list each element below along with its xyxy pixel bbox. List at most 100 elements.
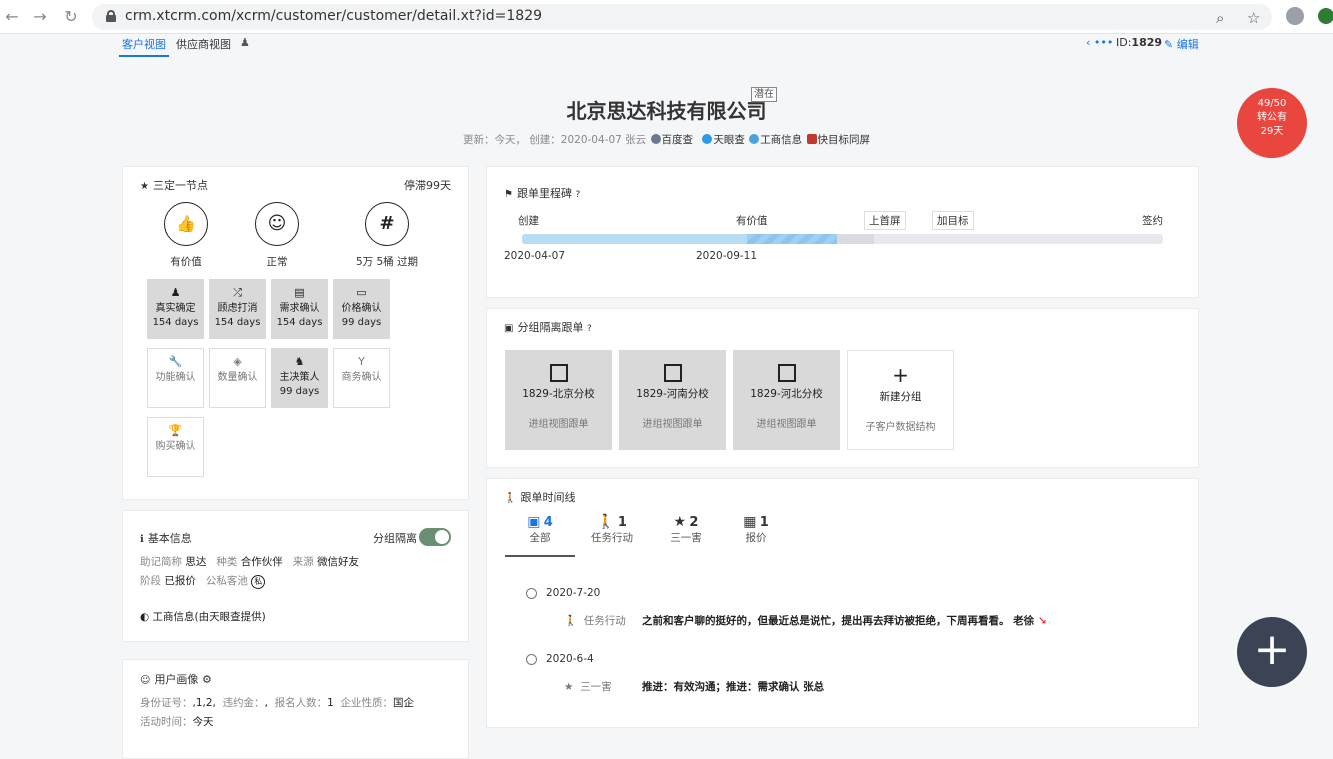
profile-avatar-icon[interactable] [1286, 7, 1304, 25]
star-icon: ★ [564, 681, 574, 693]
progress-done [522, 234, 747, 244]
id-value: 1829 [1131, 36, 1163, 49]
tile-concern-cleared[interactable]: ⤮ 顾虑打消 154 days [209, 279, 266, 339]
more-back-link[interactable]: ‹ ••• [1086, 36, 1113, 49]
basic-info-card: ℹ 基本信息 分组隔离 助记简称 思达 种类 合作伙伴 来源 微信好友 阶段 已报… [122, 510, 469, 642]
field-key: 助记简称 [140, 556, 182, 568]
basic-row-2: 阶段 已报价 公私客池 私 [140, 573, 266, 589]
help-icon[interactable]: ? [587, 324, 592, 334]
tab-label: 全部 [529, 532, 551, 544]
tile-function-confirm[interactable]: 🔧 功能确认 [147, 348, 204, 408]
top-screen-button[interactable]: 上首屏 [864, 211, 906, 230]
shuffle-icon: ⤮ [233, 286, 242, 299]
target-screen-link[interactable]: 快目标同屏 [818, 134, 871, 146]
frame-icon: ▣ [527, 514, 541, 530]
field-key: 阶段 [140, 575, 161, 587]
pie-icon: ◐ [140, 611, 150, 623]
baidu-link[interactable]: 百度查 [662, 134, 694, 146]
edit-link[interactable]: ✎ 编辑 [1164, 36, 1199, 52]
progress-pending [837, 234, 874, 244]
tile-label: 主决策人 [279, 372, 320, 383]
help-icon[interactable]: ? [575, 190, 580, 200]
milestone-label-value: 有价值 [736, 215, 768, 227]
business-info-provided[interactable]: ◐ 工商信息(由天眼查提供) [140, 609, 266, 624]
tl-entry-type: 🚶 任务行动 [564, 613, 626, 628]
field-value: 国企 [392, 697, 414, 709]
node-value-label: 有价值 [170, 256, 202, 268]
star-icon: ★ [140, 181, 149, 192]
tab-count: 2 [689, 515, 699, 530]
tile-business-confirm[interactable]: Y 商务确认 [333, 348, 390, 408]
baidu-icon [650, 134, 661, 144]
reload-icon[interactable]: ↻ [61, 7, 81, 27]
tl-tab-three[interactable]: ★ 2 三一害 [651, 514, 721, 545]
tile-days: 154 days [276, 317, 323, 328]
node-value[interactable]: 👍 有价值 [146, 202, 226, 269]
timeline-card: 🚶 跟单时间线 ▣ 4 全部 🚶 1 任务行动 ★ 2 三一害 ▦ 1 报价 2020-7… [486, 478, 1199, 728]
tile-quantity-confirm[interactable]: ◈ 数量确认 [209, 348, 266, 408]
tl-entry-content[interactable]: 推进：有效沟通；推进：需求确认 张总 [642, 679, 824, 694]
field-key: 违约金： [222, 697, 265, 709]
status-tag: 潜在 [751, 87, 777, 102]
public-pool-badge[interactable]: 49/50 转公有 29天 [1237, 88, 1307, 158]
clipboard-icon: ▤ [294, 286, 305, 299]
tie-icon: ♞ [294, 355, 305, 368]
tl-tab-all[interactable]: ▣ 4 全部 [505, 514, 575, 545]
business-info-link[interactable]: 工商信息 [760, 134, 802, 146]
id-label: ID: [1116, 36, 1132, 49]
new-group-sub: 子客户数据结构 [865, 422, 936, 433]
group-isolation-toggle[interactable] [419, 528, 451, 546]
tab-supplier-view[interactable]: 供应商视图 [173, 37, 234, 57]
tianyancha-link[interactable]: 天眼查 [713, 134, 745, 146]
group-tile-henan[interactable]: 1829-河南分校 进组视图跟单 [619, 350, 726, 450]
basic-row-1: 助记简称 思达 种类 合作伙伴 来源 微信好友 [140, 554, 359, 569]
tile-need-confirm[interactable]: ▤ 需求确认 154 days [271, 279, 328, 339]
tl-tab-task[interactable]: 🚶 1 任务行动 [577, 514, 647, 545]
star-icon: ★ [673, 514, 687, 530]
field-key: 公私客池 [205, 575, 248, 587]
address-bar[interactable]: crm.xtcrm.com/xcrm/customer/customer/det… [92, 4, 1272, 30]
tab-label: 三一害 [670, 532, 702, 544]
node-quantity[interactable]: # 5万 5桶 过期 [347, 202, 427, 269]
biz-text: 工商信息(由天眼查提供) [152, 611, 266, 623]
group-tile-hebei[interactable]: 1829-河北分校 进组视图跟单 [733, 350, 840, 450]
forward-icon[interactable]: → [30, 7, 50, 27]
tab-customer-view[interactable]: 客户视图 [119, 37, 169, 57]
tile-decision-maker[interactable]: ♞ 主决策人 99 days [271, 348, 328, 408]
milestone-title: ⚑ 跟单里程碑 ? [504, 185, 580, 201]
tl-entry-content[interactable]: 之前和客户聊的挺好的，但最近总是说忙，提出再去拜访被拒绝，下周再看看。 老徐 ↘ [642, 613, 1047, 628]
back-icon[interactable]: ← [2, 7, 22, 27]
bookmark-star-icon[interactable]: ☆ [1247, 9, 1260, 27]
tl-tab-quote[interactable]: ▦ 1 报价 [721, 514, 791, 545]
group-name: 1829-河南分校 [636, 388, 709, 400]
stagnant-days: 停滞99天 [404, 179, 451, 192]
group-frame-icon [549, 364, 568, 382]
person-pin-icon[interactable]: ♟ [240, 36, 250, 49]
milestone-label-sign: 签约 [1142, 215, 1163, 227]
field-value: 今天 [192, 716, 214, 728]
extension-icon[interactable] [1318, 8, 1333, 24]
tile-real-confirm[interactable]: ♟ 真实确定 154 days [147, 279, 204, 339]
person-icon: ♟ [170, 286, 181, 299]
update-info: 更新：今天， 创建：2020-04-07 张云 [462, 134, 647, 146]
group-tile-beijing[interactable]: 1829-北京分校 进组视图跟单 [505, 350, 612, 450]
badge-count: 49/50 [1257, 98, 1287, 109]
portrait-row-2: 活动时间：今天 [140, 714, 214, 729]
node-status-label: 正常 [266, 256, 288, 268]
node-status[interactable]: ☺ 正常 [237, 202, 317, 269]
tile-price-confirm[interactable]: ▭ 价格确认 99 days [333, 279, 390, 339]
field-key: 报名人数： [274, 697, 328, 709]
page: 客户视图 供应商视图 ♟ ‹ ••• ID:1829 ✎ 编辑 北京思达科技有限… [0, 35, 1333, 759]
tile-days: 154 days [152, 317, 199, 328]
add-fab-button[interactable]: + [1237, 617, 1307, 687]
gear-icon[interactable]: ⚙ [202, 673, 212, 686]
new-group-tile[interactable]: + 新建分组 子客户数据结构 [847, 350, 954, 450]
zoom-icon[interactable]: ⌕ [1216, 9, 1224, 27]
tile-purchase-confirm[interactable]: 🏆 购买确认 [147, 417, 204, 477]
milestone-date-value: 2020-09-11 [696, 250, 758, 262]
url-text[interactable]: crm.xtcrm.com/xcrm/customer/customer/det… [125, 8, 542, 24]
group-frame-icon: ▣ [504, 323, 514, 334]
tianyancha-icon [702, 134, 713, 144]
trophy-icon: 🏆 [168, 424, 183, 437]
add-target-button[interactable]: 加目标 [932, 211, 974, 230]
